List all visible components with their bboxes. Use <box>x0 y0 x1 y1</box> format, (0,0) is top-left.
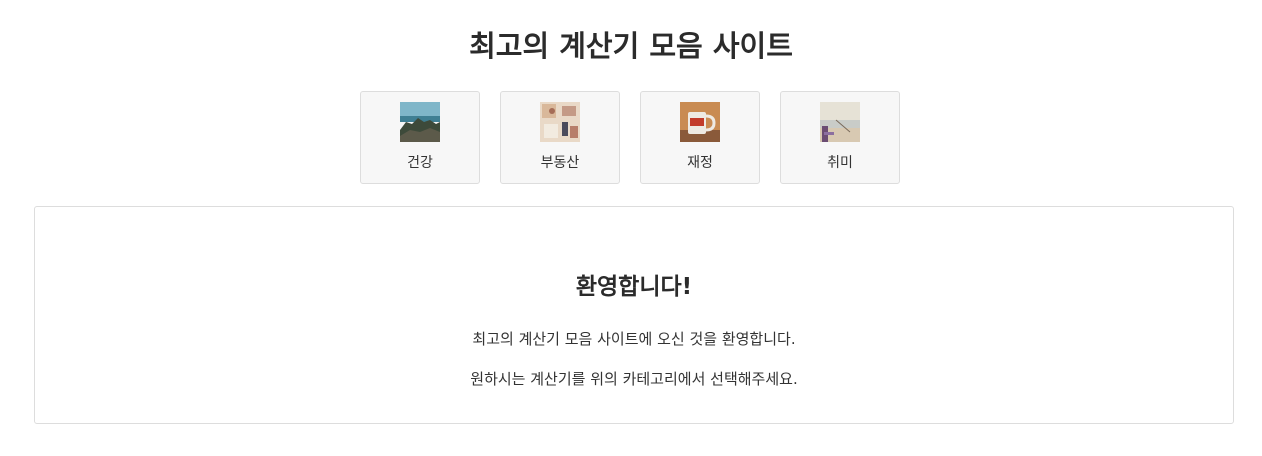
category-card-hobby[interactable]: 취미 <box>780 91 900 184</box>
category-nav: 건강 부동산 재정 취미 <box>360 91 908 186</box>
welcome-panel: 환영합니다! 최고의 계산기 모음 사이트에 오신 것을 환영합니다. 원하시는… <box>34 206 1234 424</box>
site-title: 최고의 계산기 모음 사이트 <box>469 29 793 63</box>
category-label-health: 건강 <box>407 155 433 171</box>
page: 최고의 계산기 모음 사이트 건강 부동산 재정 취미 환영합니다! 최고의 계… <box>0 0 1262 456</box>
category-label-hobby: 취미 <box>827 155 853 171</box>
category-card-health[interactable]: 건강 <box>360 91 480 184</box>
welcome-title: 환영합니다! <box>575 274 693 300</box>
category-card-realestate[interactable]: 부동산 <box>500 91 620 184</box>
category-card-finance[interactable]: 재정 <box>640 91 760 184</box>
house-interior-thumbnail <box>540 102 580 142</box>
category-label-finance: 재정 <box>687 155 713 171</box>
welcome-message: 최고의 계산기 모음 사이트에 오신 것을 환영합니다. <box>472 330 796 348</box>
coffee-mug-thumbnail <box>680 102 720 142</box>
category-label-realestate: 부동산 <box>540 155 580 171</box>
welcome-instruction: 원하시는 계산기를 위의 카테고리에서 선택해주세요. <box>470 370 798 388</box>
mountain-landscape-thumbnail <box>400 102 440 142</box>
beach-hobby-thumbnail <box>820 102 860 142</box>
